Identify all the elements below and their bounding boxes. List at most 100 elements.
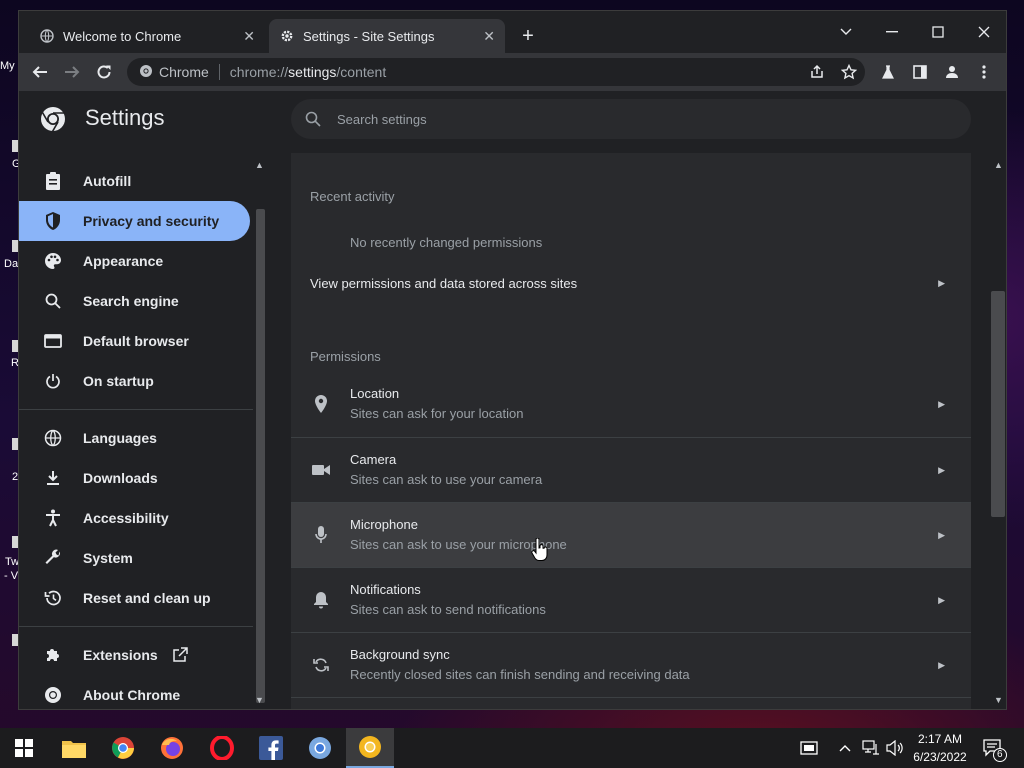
view-permissions-link[interactable]: View permissions and data stored across … xyxy=(291,259,971,307)
settings-page: Settings Search settings Autofill Privac… xyxy=(19,91,1006,709)
task-view-icon[interactable] xyxy=(800,728,818,768)
permission-row-background-sync[interactable]: Background sync Recently closed sites ca… xyxy=(291,632,971,697)
profile-avatar-icon[interactable] xyxy=(939,59,965,85)
chevron-right-icon: ▶ xyxy=(938,595,945,605)
chrome-logo-icon xyxy=(139,64,153,81)
windows-start-icon[interactable] xyxy=(0,728,48,768)
sidebar-item-label: About Chrome xyxy=(83,687,181,703)
search-icon xyxy=(43,291,63,311)
kebab-menu-icon[interactable] xyxy=(971,59,997,85)
search-input[interactable]: Search settings xyxy=(291,99,971,139)
permission-row-camera[interactable]: Camera Sites can ask to use your camera … xyxy=(291,437,971,502)
sidebar-item-autofill[interactable]: Autofill xyxy=(19,161,250,201)
sync-icon xyxy=(311,655,331,675)
back-button[interactable] xyxy=(27,59,53,85)
permission-title: Notifications xyxy=(350,582,421,597)
system-clock[interactable]: 2:17 AM 6/23/2022 xyxy=(908,730,972,766)
tab-site-settings[interactable]: Settings - Site Settings ✕ xyxy=(269,19,505,53)
permissions-heading: Permissions xyxy=(310,349,381,364)
chevron-right-icon: ▶ xyxy=(938,399,945,409)
forward-button[interactable] xyxy=(59,59,85,85)
recent-activity-heading: Recent activity xyxy=(310,189,395,204)
permission-subtitle: Sites can ask to use your camera xyxy=(350,472,543,487)
scroll-down-icon[interactable]: ▼ xyxy=(994,695,1003,705)
search-placeholder: Search settings xyxy=(337,111,427,127)
sidebar-item-extensions[interactable]: Extensions xyxy=(19,635,250,675)
sidebar-item-on-startup[interactable]: On startup xyxy=(19,361,250,401)
permission-row-notifications[interactable]: Notifications Sites can ask to send noti… xyxy=(291,567,971,632)
chrome-canary-icon[interactable] xyxy=(346,728,394,768)
volume-icon[interactable] xyxy=(886,728,904,768)
sidebar-item-label: Appearance xyxy=(83,253,164,269)
sidebar-item-system[interactable]: System xyxy=(19,538,250,578)
minimize-icon[interactable] xyxy=(869,17,915,47)
file-explorer-icon[interactable] xyxy=(50,728,98,768)
sidebar-item-label: Search engine xyxy=(83,293,179,309)
site-label: Chrome xyxy=(159,64,209,80)
settings-sidebar: Autofill Privacy and security Appearance… xyxy=(19,153,253,709)
globe-icon xyxy=(39,28,55,44)
sidebar-item-accessibility[interactable]: Accessibility xyxy=(19,498,250,538)
url-host: settings xyxy=(288,64,337,80)
permission-row-location[interactable]: Location Sites can ask for your location… xyxy=(291,372,971,437)
new-tab-button[interactable]: + xyxy=(517,25,539,48)
permission-subtitle: Recently closed sites can finish sending… xyxy=(350,667,690,682)
sidebar-item-reset-and-clean-up[interactable]: Reset and clean up xyxy=(19,578,250,618)
address-bar[interactable]: Chrome chrome://settings/content xyxy=(127,58,865,86)
external-link-icon xyxy=(172,647,188,663)
chrome-logo-icon xyxy=(43,685,63,705)
chevron-right-icon: ▶ xyxy=(938,465,945,475)
close-window-icon[interactable] xyxy=(961,17,1006,47)
close-icon[interactable]: ✕ xyxy=(483,28,495,45)
sidebar-item-appearance[interactable]: Appearance xyxy=(19,241,250,281)
main-scrollbar-thumb[interactable] xyxy=(991,291,1005,517)
tab-search-icon[interactable] xyxy=(823,17,869,47)
hand-cursor-icon xyxy=(531,537,549,562)
firefox-icon[interactable] xyxy=(148,728,196,768)
puzzle-icon xyxy=(43,645,63,665)
share-icon[interactable] xyxy=(803,58,831,86)
sidebar-item-default-browser[interactable]: Default browser xyxy=(19,321,250,361)
desktop-label: My xyxy=(0,60,15,72)
divider xyxy=(19,409,253,410)
maximize-icon[interactable] xyxy=(915,17,961,47)
microphone-icon xyxy=(311,525,331,545)
sidebar-item-label: Downloads xyxy=(83,470,158,486)
facebook-icon[interactable] xyxy=(247,728,295,768)
sidebar-item-about-chrome[interactable]: About Chrome xyxy=(19,675,250,709)
scroll-up-icon[interactable]: ▲ xyxy=(255,160,264,170)
network-icon[interactable] xyxy=(862,728,880,768)
reload-button[interactable] xyxy=(91,59,117,85)
arrow-right-icon xyxy=(65,66,80,78)
gear-icon xyxy=(279,28,295,44)
sidebar-scrollbar-thumb[interactable] xyxy=(256,209,265,703)
side-panel-icon[interactable] xyxy=(907,59,933,85)
sidebar-item-label: Languages xyxy=(83,430,157,446)
chevron-up-icon[interactable] xyxy=(839,728,851,768)
permission-row-next[interactable] xyxy=(291,697,971,709)
clock-time: 2:17 AM xyxy=(917,732,963,746)
history-icon xyxy=(43,588,63,608)
tab-welcome[interactable]: Welcome to Chrome ✕ xyxy=(29,19,265,53)
scroll-up-icon[interactable]: ▲ xyxy=(994,160,1003,170)
opera-icon[interactable] xyxy=(198,728,246,768)
sidebar-item-languages[interactable]: Languages xyxy=(19,418,250,458)
scroll-down-icon[interactable]: ▼ xyxy=(255,695,264,705)
chevron-right-icon: ▶ xyxy=(938,660,945,670)
sidebar-item-label: System xyxy=(83,550,133,566)
permission-row-microphone[interactable]: Microphone Sites can ask to use your mic… xyxy=(291,502,971,567)
sidebar-item-search-engine[interactable]: Search engine xyxy=(19,281,250,321)
link-label: View permissions and data stored across … xyxy=(310,275,578,291)
download-icon xyxy=(43,468,63,488)
browser-window-icon xyxy=(43,331,63,351)
sidebar-item-privacy-and-security[interactable]: Privacy and security xyxy=(19,201,250,241)
sidebar-item-downloads[interactable]: Downloads xyxy=(19,458,250,498)
close-icon[interactable]: ✕ xyxy=(243,28,255,45)
desktop-label: - V xyxy=(4,570,19,582)
chrome-icon[interactable] xyxy=(99,728,147,768)
notification-center-icon[interactable]: 6 xyxy=(983,728,1007,768)
experiments-flask-icon[interactable] xyxy=(875,59,901,85)
chromium-icon[interactable] xyxy=(296,728,344,768)
notification-badge: 6 xyxy=(993,748,1007,762)
bookmark-star-icon[interactable] xyxy=(835,58,863,86)
